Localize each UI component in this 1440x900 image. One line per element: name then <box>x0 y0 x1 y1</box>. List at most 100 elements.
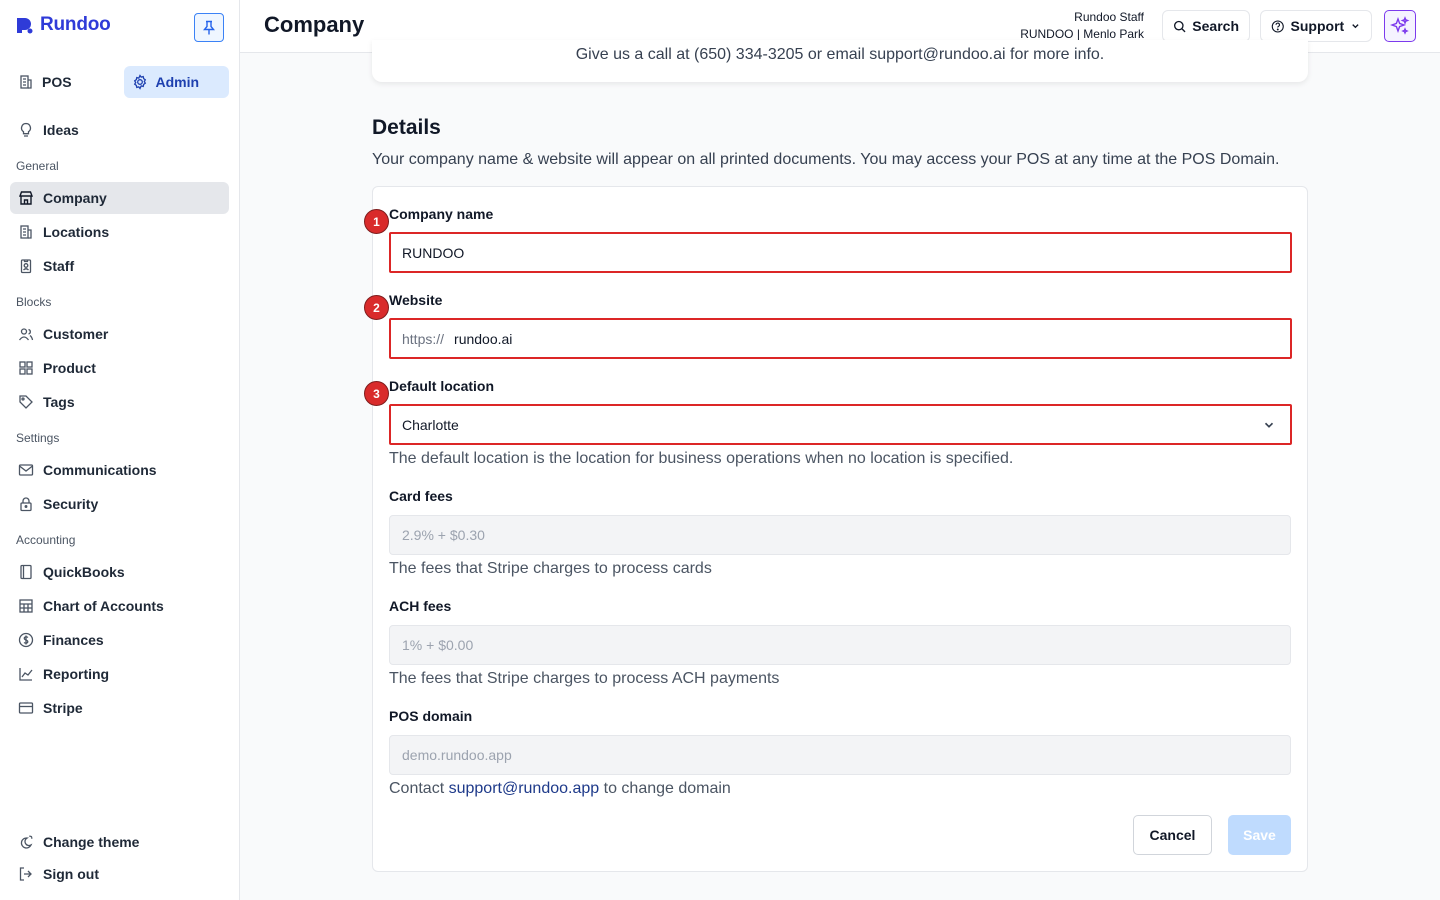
sidebar-item-label: Tags <box>43 394 75 410</box>
pos-domain-hint: Contact support@rundoo.app to change dom… <box>389 780 731 798</box>
sun-moon-icon <box>20 835 33 849</box>
card-fees-field: 2.9% + $0.30 <box>389 515 1291 555</box>
mode-admin[interactable]: Admin <box>123 66 229 98</box>
pin-icon <box>203 20 215 34</box>
website-prefix: https:// <box>402 330 445 347</box>
website-input[interactable] <box>454 320 1290 357</box>
banner-text: Give us a call at (650) 334-3205 or emai… <box>575 46 1105 63</box>
mode-pos[interactable]: POS <box>10 66 116 98</box>
sidebar-item-label: Security <box>43 496 99 512</box>
cancel-button[interactable]: Cancel <box>1133 815 1212 855</box>
mode-admin-label: Admin <box>155 74 200 90</box>
table-icon <box>19 599 33 613</box>
sidebar-item-security[interactable]: Security <box>10 488 229 520</box>
company-name-field[interactable] <box>389 232 1292 273</box>
section-accounting: Accounting <box>16 533 76 547</box>
chevron-down-icon <box>1264 422 1274 428</box>
sidebar-item-finances[interactable]: Finances <box>10 624 229 656</box>
sidebar-item-ideas[interactable]: Ideas <box>10 114 229 146</box>
ach-fees-hint: The fees that Stripe charges to process … <box>389 670 780 687</box>
website-label: Website <box>389 292 443 308</box>
sidebar-item-company[interactable]: Company <box>10 182 229 214</box>
support-button[interactable]: Support <box>1260 10 1372 42</box>
lightbulb-icon <box>20 122 32 137</box>
chevron-down-icon <box>1352 24 1359 29</box>
save-button[interactable]: Save <box>1228 815 1291 855</box>
sidebar-item-stripe[interactable]: Stripe <box>10 692 229 724</box>
details-title: Details <box>372 116 441 139</box>
book-icon <box>20 564 32 580</box>
sidebar-item-customer[interactable]: Customer <box>10 318 229 350</box>
default-location-label: Default location <box>389 378 495 394</box>
current-user: Rundoo Staff RUNDOO | Menlo Park <box>1020 9 1144 43</box>
support-email-link[interactable]: support@rundoo.app <box>449 780 600 797</box>
card-fees-label: Card fees <box>389 488 453 504</box>
rundoo-logo[interactable]: Rundoo <box>16 14 111 36</box>
search-icon <box>1173 20 1186 32</box>
sidebar: Rundoo POS Admin Ideas General Company L… <box>0 0 240 900</box>
company-name-input[interactable] <box>402 234 1290 271</box>
sidebar-item-tags[interactable]: Tags <box>10 386 229 418</box>
building-icon <box>20 225 32 239</box>
default-location-hint: The default location is the location for… <box>389 450 1014 467</box>
ach-fees-field: 1% + $0.00 <box>389 625 1291 665</box>
contact-prefix: Contact <box>389 780 445 797</box>
sidebar-item-quickbooks[interactable]: QuickBooks <box>10 556 229 588</box>
help-circle-icon <box>1271 19 1284 33</box>
grid-icon <box>19 361 33 375</box>
sidebar-item-label: Company <box>43 190 107 206</box>
mode-switcher: POS Admin <box>10 66 229 98</box>
sidebar-item-label: Staff <box>43 258 75 274</box>
card-fees-hint: The fees that Stripe charges to process … <box>389 560 712 577</box>
pin-sidebar-button[interactable] <box>194 13 224 42</box>
details-description: Your company name & website will appear … <box>372 151 1280 168</box>
sidebar-item-staff[interactable]: Staff <box>10 250 229 282</box>
lock-icon <box>20 497 32 512</box>
sidebar-item-communications[interactable]: Communications <box>10 454 229 486</box>
annotation-badge-1: 1 <box>364 209 389 234</box>
default-location-select[interactable]: Charlotte <box>389 404 1292 445</box>
sidebar-item-label: Stripe <box>43 700 83 716</box>
credit-card-icon <box>18 702 34 714</box>
info-banner: Give us a call at (650) 334-3205 or emai… <box>372 40 1308 82</box>
tag-icon <box>19 395 33 409</box>
sidebar-item-label: Product <box>43 360 96 376</box>
change-theme-button[interactable]: Change theme <box>10 826 229 858</box>
dollar-circle-icon <box>18 632 34 648</box>
mode-pos-label: POS <box>42 74 72 90</box>
sidebar-item-reporting[interactable]: Reporting <box>10 658 229 690</box>
sidebar-item-product[interactable]: Product <box>10 352 229 384</box>
support-label: Support <box>1290 18 1345 34</box>
sign-out-label: Sign out <box>43 866 99 882</box>
search-button[interactable]: Search <box>1162 10 1250 42</box>
change-theme-label: Change theme <box>43 834 140 850</box>
user-name: Rundoo Staff <box>1074 10 1144 24</box>
sidebar-item-locations[interactable]: Locations <box>10 216 229 248</box>
annotation-badge-2: 2 <box>364 295 389 320</box>
mail-icon <box>18 464 34 476</box>
id-badge-icon <box>20 259 32 274</box>
store-icon <box>18 191 34 205</box>
rundoo-logo-icon <box>17 18 33 34</box>
section-settings: Settings <box>16 431 60 445</box>
section-general: General <box>16 159 59 173</box>
default-location-value: Charlotte <box>402 416 459 433</box>
section-blocks: Blocks <box>16 295 52 309</box>
sidebar-item-label: QuickBooks <box>43 564 125 580</box>
sidebar-item-label: Chart of Accounts <box>43 598 164 614</box>
line-chart-icon <box>19 668 33 681</box>
sidebar-item-chart-of-accounts[interactable]: Chart of Accounts <box>10 590 229 622</box>
ai-assistant-button[interactable] <box>1384 10 1416 42</box>
sign-out-button[interactable]: Sign out <box>10 858 229 890</box>
sidebar-item-label: Finances <box>43 632 104 648</box>
pos-domain-field: demo.rundoo.app <box>389 735 1291 775</box>
sidebar-item-label: Customer <box>43 326 109 342</box>
website-field[interactable]: https:// <box>389 318 1292 359</box>
company-name-label: Company name <box>389 206 494 222</box>
contact-suffix: to change domain <box>603 780 731 797</box>
page-title: Company <box>264 12 365 37</box>
ach-fees-label: ACH fees <box>389 598 452 614</box>
sidebar-item-label: Communications <box>43 462 157 478</box>
users-icon <box>18 328 34 341</box>
sidebar-item-label: Ideas <box>43 122 79 138</box>
